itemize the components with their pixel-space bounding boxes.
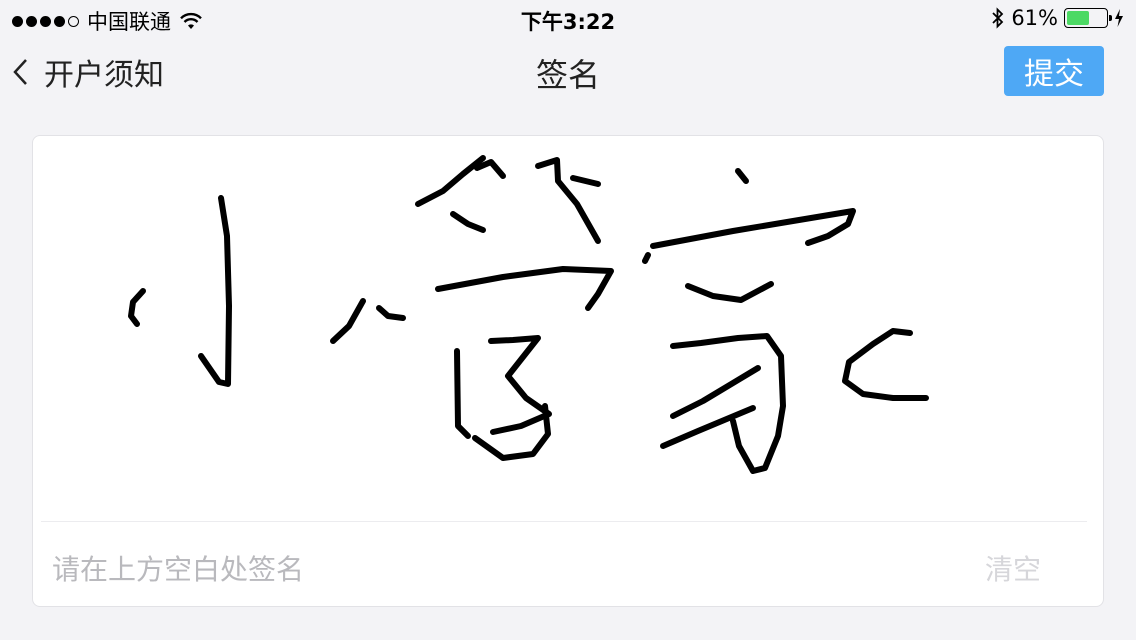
bluetooth-icon — [992, 7, 1004, 29]
charging-icon — [1115, 9, 1123, 27]
navigation-bar: 开户须知 签名 提交 — [0, 40, 1136, 104]
page-title: 签名 — [535, 56, 600, 94]
signature-hint: 请在上方空白处签名 — [52, 553, 305, 586]
clear-button[interactable]: 清空 — [985, 548, 1041, 588]
divider — [41, 521, 1087, 522]
battery-fill — [1067, 11, 1089, 25]
battery-icon — [1064, 8, 1112, 28]
signature-card: 请在上方空白处签名 清空 — [32, 135, 1104, 607]
status-right: 61% — [991, 6, 1124, 30]
status-time: 下午3:22 — [520, 10, 616, 34]
battery-percent: 61% — [1011, 6, 1058, 30]
signature-canvas[interactable] — [33, 136, 1103, 521]
handwritten-signature — [128, 155, 929, 474]
status-bar: 中国联通 下午3:22 61% — [0, 0, 1136, 40]
submit-button[interactable]: 提交 — [1004, 46, 1104, 96]
